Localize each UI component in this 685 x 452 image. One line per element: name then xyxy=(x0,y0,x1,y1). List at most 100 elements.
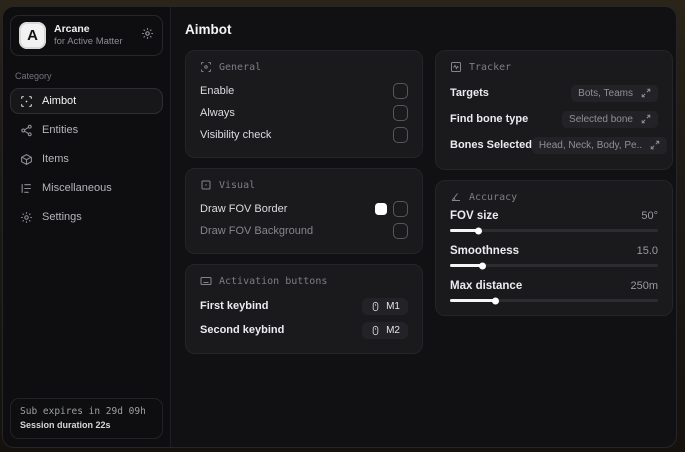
slider-fill xyxy=(450,229,480,232)
category-nav: Aimbot Entities Items Miscellaneous Sett… xyxy=(10,88,163,230)
setting-row-smoothness: Smoothness 15.0 xyxy=(450,245,658,267)
page-title: Aimbot xyxy=(185,22,232,37)
sidebar: A Arcane for Active Matter Category Aimb… xyxy=(3,7,171,447)
app-window: A Arcane for Active Matter Category Aimb… xyxy=(2,6,677,448)
expand-icon xyxy=(641,88,651,98)
first-keybind-button[interactable]: M1 xyxy=(362,297,408,315)
slider-value: 50° xyxy=(641,210,658,222)
general-card: General Enable Always Visibility check xyxy=(185,50,423,158)
expand-icon xyxy=(650,140,660,150)
card-title: General xyxy=(219,61,262,73)
setting-row-second-keybind: Second keybind M2 xyxy=(200,318,408,342)
setting-label: Targets xyxy=(450,87,489,99)
card-title: Visual xyxy=(219,179,256,191)
enable-checkbox[interactable] xyxy=(393,83,408,99)
setting-row-max-distance: Max distance 250m xyxy=(450,280,658,302)
sub-expiry-text: Sub expires in 29d 09h xyxy=(20,406,146,417)
slider-value: 250m xyxy=(630,280,658,292)
keybind-value: M2 xyxy=(386,324,400,336)
dropdown-value: Head, Neck, Body, Pe.. xyxy=(538,139,643,151)
sidebar-item-miscellaneous[interactable]: Miscellaneous xyxy=(10,175,163,201)
sidebar-item-label: Miscellaneous xyxy=(42,182,112,194)
accuracy-card: Accuracy FOV size 50° Smoothness 15.0 Ma… xyxy=(435,180,673,316)
mouse-icon xyxy=(370,325,381,336)
tracker-card: Tracker Targets Bots, Teams Find bone ty… xyxy=(435,50,673,170)
crosshair-icon xyxy=(200,61,212,73)
visual-card: Visual Draw FOV Border Draw FOV Backgrou… xyxy=(185,168,423,254)
brand-subtitle: for Active Matter xyxy=(54,36,123,48)
tracker-icon xyxy=(450,61,462,73)
setting-row-enable: Enable xyxy=(200,80,408,102)
main-content: Aimbot General Enable Always Visibility … xyxy=(171,7,676,447)
category-label: Category xyxy=(15,71,52,81)
setting-row-always: Always xyxy=(200,102,408,124)
sidebar-item-label: Items xyxy=(42,153,69,165)
brand-logo: A xyxy=(19,22,46,49)
smoothness-slider[interactable] xyxy=(450,264,658,267)
always-checkbox[interactable] xyxy=(393,105,408,121)
setting-row-visibility-check: Visibility check xyxy=(200,124,408,146)
setting-row-draw-fov-background: Draw FOV Background xyxy=(200,220,408,242)
bones-selected-dropdown[interactable]: Head, Neck, Body, Pe.. xyxy=(531,136,668,154)
session-duration-text: Session duration 22s xyxy=(20,420,111,430)
setting-row-fov-size: FOV size 50° xyxy=(450,210,658,232)
gear-icon xyxy=(20,211,33,224)
draw-fov-border-checkbox[interactable] xyxy=(393,201,408,217)
brand-card: A Arcane for Active Matter xyxy=(10,15,163,56)
setting-label: Draw FOV Background xyxy=(200,225,314,237)
setting-label: First keybind xyxy=(200,300,269,312)
setting-label: Bones Selected xyxy=(450,139,532,151)
gear-icon[interactable] xyxy=(141,27,154,45)
cube-icon xyxy=(20,153,33,166)
card-title: Tracker xyxy=(469,61,512,73)
brand-initial: A xyxy=(27,27,38,44)
keybind-value: M1 xyxy=(386,300,400,312)
sidebar-item-entities[interactable]: Entities xyxy=(10,117,163,143)
setting-label: Always xyxy=(200,107,235,119)
fov-size-slider[interactable] xyxy=(450,229,658,232)
setting-row-draw-fov-border: Draw FOV Border xyxy=(200,198,408,220)
setting-row-first-keybind: First keybind M1 xyxy=(200,294,408,318)
visibility-check-checkbox[interactable] xyxy=(393,127,408,143)
mouse-icon xyxy=(370,301,381,312)
find-bone-type-dropdown[interactable]: Selected bone xyxy=(562,110,658,128)
setting-row-bones-selected: Bones Selected Head, Neck, Body, Pe.. xyxy=(450,132,668,158)
dropdown-value: Selected bone xyxy=(569,113,633,125)
sidebar-item-label: Settings xyxy=(42,211,82,223)
keyboard-icon xyxy=(200,275,212,287)
list-icon xyxy=(20,182,33,195)
setting-label: Smoothness xyxy=(450,245,520,257)
activation-buttons-card: Activation buttons First keybind M1 Seco… xyxy=(185,264,423,354)
sidebar-item-settings[interactable]: Settings xyxy=(10,204,163,230)
sidebar-item-items[interactable]: Items xyxy=(10,146,163,172)
nodes-icon xyxy=(20,124,33,137)
card-title: Accuracy xyxy=(469,191,518,203)
slider-fill xyxy=(450,299,496,302)
angle-icon xyxy=(450,191,462,203)
setting-row-find-bone-type: Find bone type Selected bone xyxy=(450,106,658,132)
setting-label: Enable xyxy=(200,85,235,97)
sidebar-item-label: Entities xyxy=(42,124,79,136)
fov-border-color-swatch[interactable] xyxy=(375,203,387,215)
subscription-info: Sub expires in 29d 09h Session duration … xyxy=(10,398,163,439)
setting-label: Draw FOV Border xyxy=(200,203,288,215)
expand-icon xyxy=(641,114,651,124)
slider-fill xyxy=(450,264,484,267)
draw-fov-background-checkbox[interactable] xyxy=(393,223,408,239)
setting-row-targets: Targets Bots, Teams xyxy=(450,80,658,106)
sidebar-item-aimbot[interactable]: Aimbot xyxy=(10,88,163,114)
slider-value: 15.0 xyxy=(636,245,658,257)
setting-label: FOV size xyxy=(450,210,499,222)
setting-label: Find bone type xyxy=(450,113,529,125)
second-keybind-button[interactable]: M2 xyxy=(362,321,408,339)
setting-label: Second keybind xyxy=(200,324,285,336)
max-distance-slider[interactable] xyxy=(450,299,658,302)
card-title: Activation buttons xyxy=(219,275,328,287)
setting-label: Visibility check xyxy=(200,129,272,141)
sidebar-item-label: Aimbot xyxy=(42,95,77,107)
targets-dropdown[interactable]: Bots, Teams xyxy=(571,84,658,102)
frame-icon xyxy=(200,179,212,191)
scan-icon xyxy=(20,95,33,108)
setting-label: Max distance xyxy=(450,280,523,292)
dropdown-value: Bots, Teams xyxy=(578,87,633,99)
